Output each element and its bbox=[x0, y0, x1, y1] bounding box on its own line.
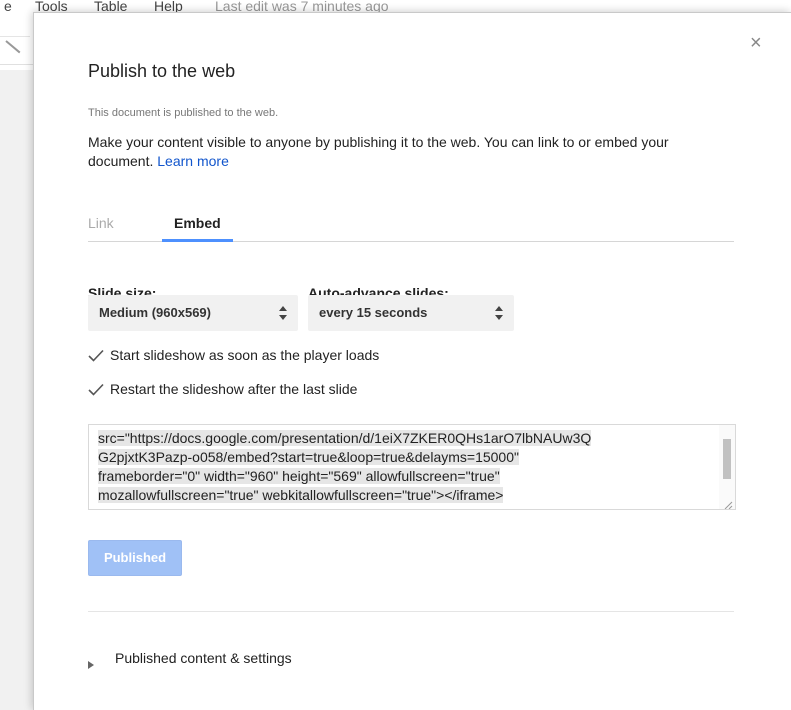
section-divider bbox=[88, 611, 734, 612]
published-button[interactable]: Published bbox=[88, 540, 182, 576]
expand-triangle-icon bbox=[88, 656, 94, 669]
tab-embed[interactable]: Embed bbox=[162, 214, 233, 242]
close-icon[interactable]: × bbox=[750, 33, 762, 53]
learn-more-link[interactable]: Learn more bbox=[157, 153, 229, 169]
embed-code-line: frameborder="0" width="960" height="569"… bbox=[98, 468, 500, 484]
background-toolbar-divider bbox=[0, 36, 30, 37]
publish-status: This document is published to the web. bbox=[88, 107, 279, 119]
checkbox-label: Start slideshow as soon as the player lo… bbox=[110, 347, 380, 363]
background-slide-panel bbox=[0, 70, 33, 710]
auto-advance-value: every 15 seconds bbox=[319, 305, 428, 320]
line-tool-icon bbox=[5, 40, 21, 54]
select-arrows-icon bbox=[279, 306, 287, 320]
menu-item-edit[interactable]: e bbox=[4, 0, 12, 14]
background-panel-border bbox=[0, 64, 33, 65]
dialog-description: Make your content visible to anyone by p… bbox=[88, 133, 728, 171]
embed-code-text[interactable]: src="https://docs.google.com/presentatio… bbox=[98, 429, 710, 505]
published-settings-label: Published content & settings bbox=[115, 650, 292, 666]
slide-size-value: Medium (960x569) bbox=[99, 305, 211, 320]
auto-advance-select[interactable]: every 15 seconds bbox=[308, 295, 514, 331]
checkmark-icon bbox=[88, 349, 104, 363]
checkbox-label: Restart the slideshow after the last sli… bbox=[110, 381, 358, 397]
scrollbar-thumb[interactable] bbox=[723, 439, 731, 479]
embed-code-line: src="https://docs.google.com/presentatio… bbox=[98, 430, 592, 446]
publish-dialog: × Publish to the web This document is pu… bbox=[33, 12, 791, 710]
tab-bar: Link Embed bbox=[88, 214, 734, 242]
embed-code-line: G2pjxtK3Pazp-o058/embed?start=true&loop=… bbox=[98, 449, 519, 465]
slide-size-select[interactable]: Medium (960x569) bbox=[88, 295, 298, 331]
dialog-title: Publish to the web bbox=[88, 61, 236, 81]
resize-grip-icon[interactable] bbox=[723, 497, 733, 509]
checkmark-icon bbox=[88, 383, 104, 397]
select-arrows-icon bbox=[495, 306, 503, 320]
embed-code-textarea[interactable]: src="https://docs.google.com/presentatio… bbox=[88, 424, 736, 510]
embed-code-line: mozallowfullscreen="true" webkitallowful… bbox=[98, 487, 504, 503]
tab-link[interactable]: Link bbox=[88, 214, 126, 242]
